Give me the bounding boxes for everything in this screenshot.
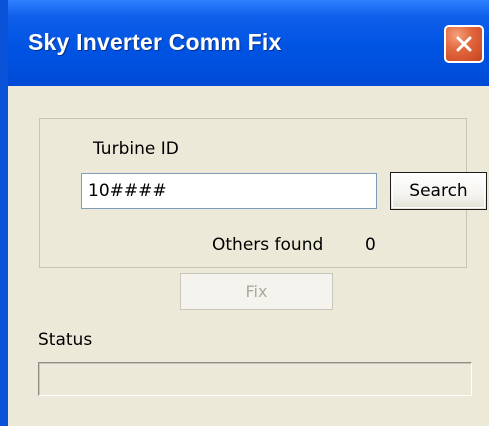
status-display	[38, 362, 472, 396]
title-bar[interactable]: Sky Inverter Comm Fix	[0, 0, 489, 86]
fix-button[interactable]: Fix	[180, 273, 333, 310]
close-button[interactable]	[444, 25, 484, 63]
close-icon	[456, 36, 472, 52]
turbine-group: Turbine ID Search Others found 0	[39, 118, 487, 268]
search-button[interactable]: Search	[390, 172, 487, 210]
status-label: Status	[38, 330, 93, 350]
window-left-border	[0, 0, 8, 426]
others-found-label: Others found	[212, 235, 324, 255]
dialog-content: Turbine ID Search Others found 0 Fix Sta…	[8, 86, 489, 426]
others-found-count: 0	[365, 235, 376, 255]
app-window: Sky Inverter Comm Fix Turbine ID Search …	[0, 0, 489, 426]
turbine-id-input[interactable]	[81, 173, 377, 209]
window-title: Sky Inverter Comm Fix	[28, 29, 282, 55]
turbine-id-label: Turbine ID	[93, 139, 179, 159]
